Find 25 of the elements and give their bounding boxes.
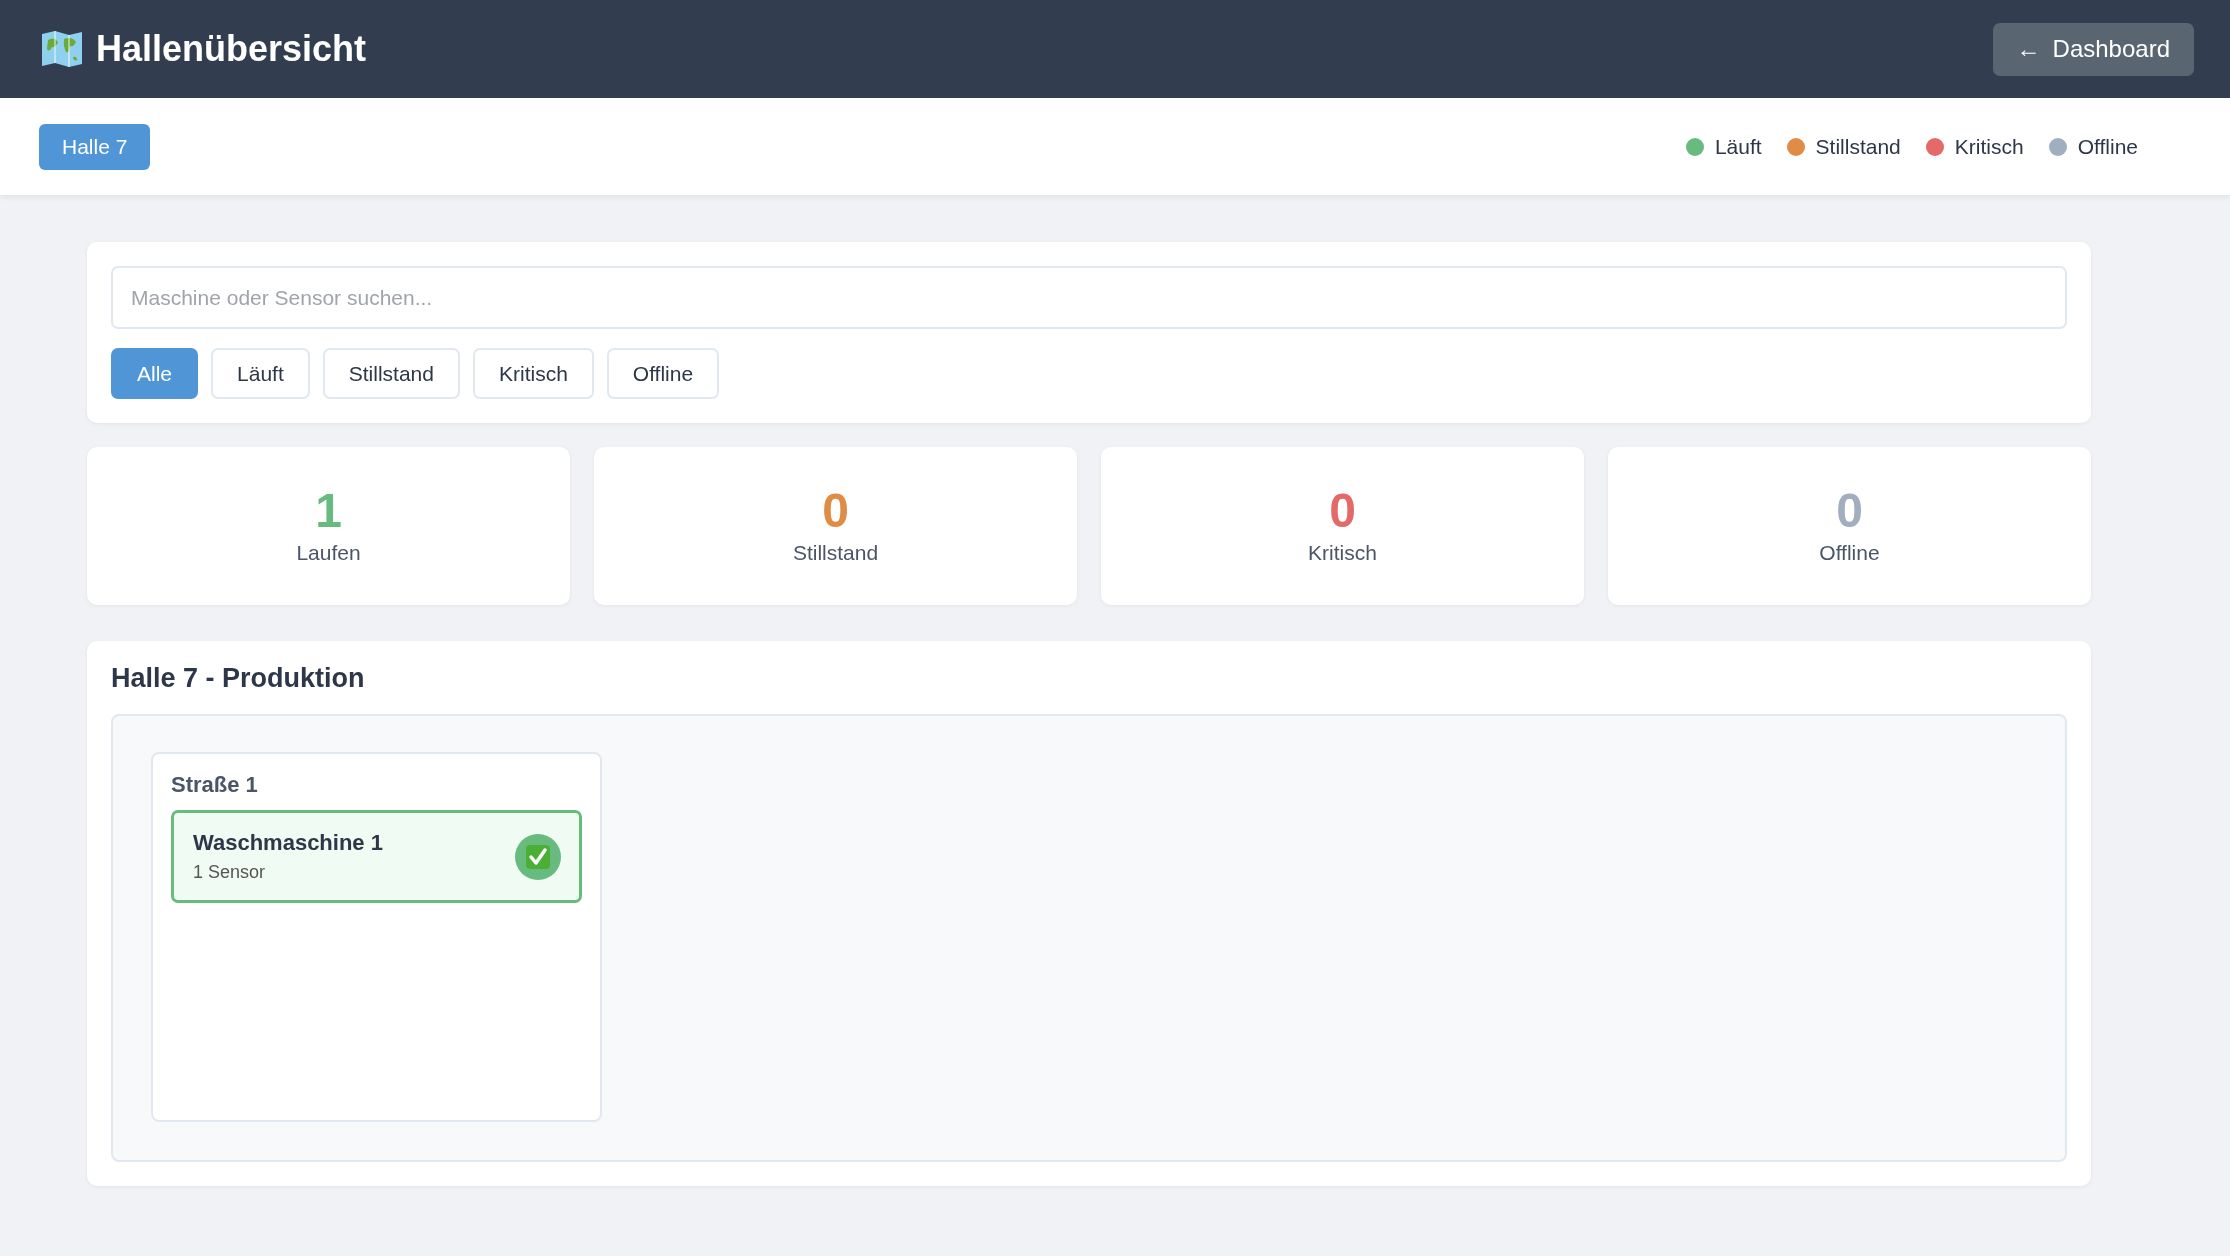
search-field[interactable]: Maschine oder Sensor suchen... (111, 266, 2067, 329)
dashboard-button[interactable]: ← Dashboard (1992, 22, 2194, 76)
sensor-count: 1 Sensor (193, 862, 267, 883)
filter-button[interactable]: Kritisch (472, 348, 594, 399)
stat-label: Offline (1819, 541, 1880, 565)
stat-label: Laufen (296, 541, 361, 565)
filter-button[interactable]: Offline (606, 348, 720, 399)
stat-value: 0 (822, 487, 849, 535)
stat-label: Kritisch (1308, 541, 1377, 565)
legend-label: Offline (2077, 134, 2138, 159)
filter-button[interactable]: Läuft (211, 348, 310, 399)
legend-label: Stillstand (1815, 134, 1901, 159)
map-icon (40, 30, 84, 68)
legend-label: Kritisch (1954, 134, 2024, 159)
stat-value: 1 (315, 487, 342, 535)
stat-value: 0 (1836, 487, 1863, 535)
line-name: Straße 1 (171, 772, 259, 798)
stat-value: 0 (1329, 487, 1356, 535)
filter-button[interactable]: Stillstand (322, 348, 460, 399)
machine-name: Waschmaschine 1 (193, 830, 383, 856)
machine-card[interactable]: Waschmaschine 1 1 Sensor (171, 810, 582, 903)
legend-label: Läuft (1714, 134, 1762, 159)
hall-title: Halle 7 - Produktion (111, 663, 366, 694)
stat-label: Stillstand (792, 541, 879, 565)
page-title: Hallenübersicht (96, 28, 367, 70)
